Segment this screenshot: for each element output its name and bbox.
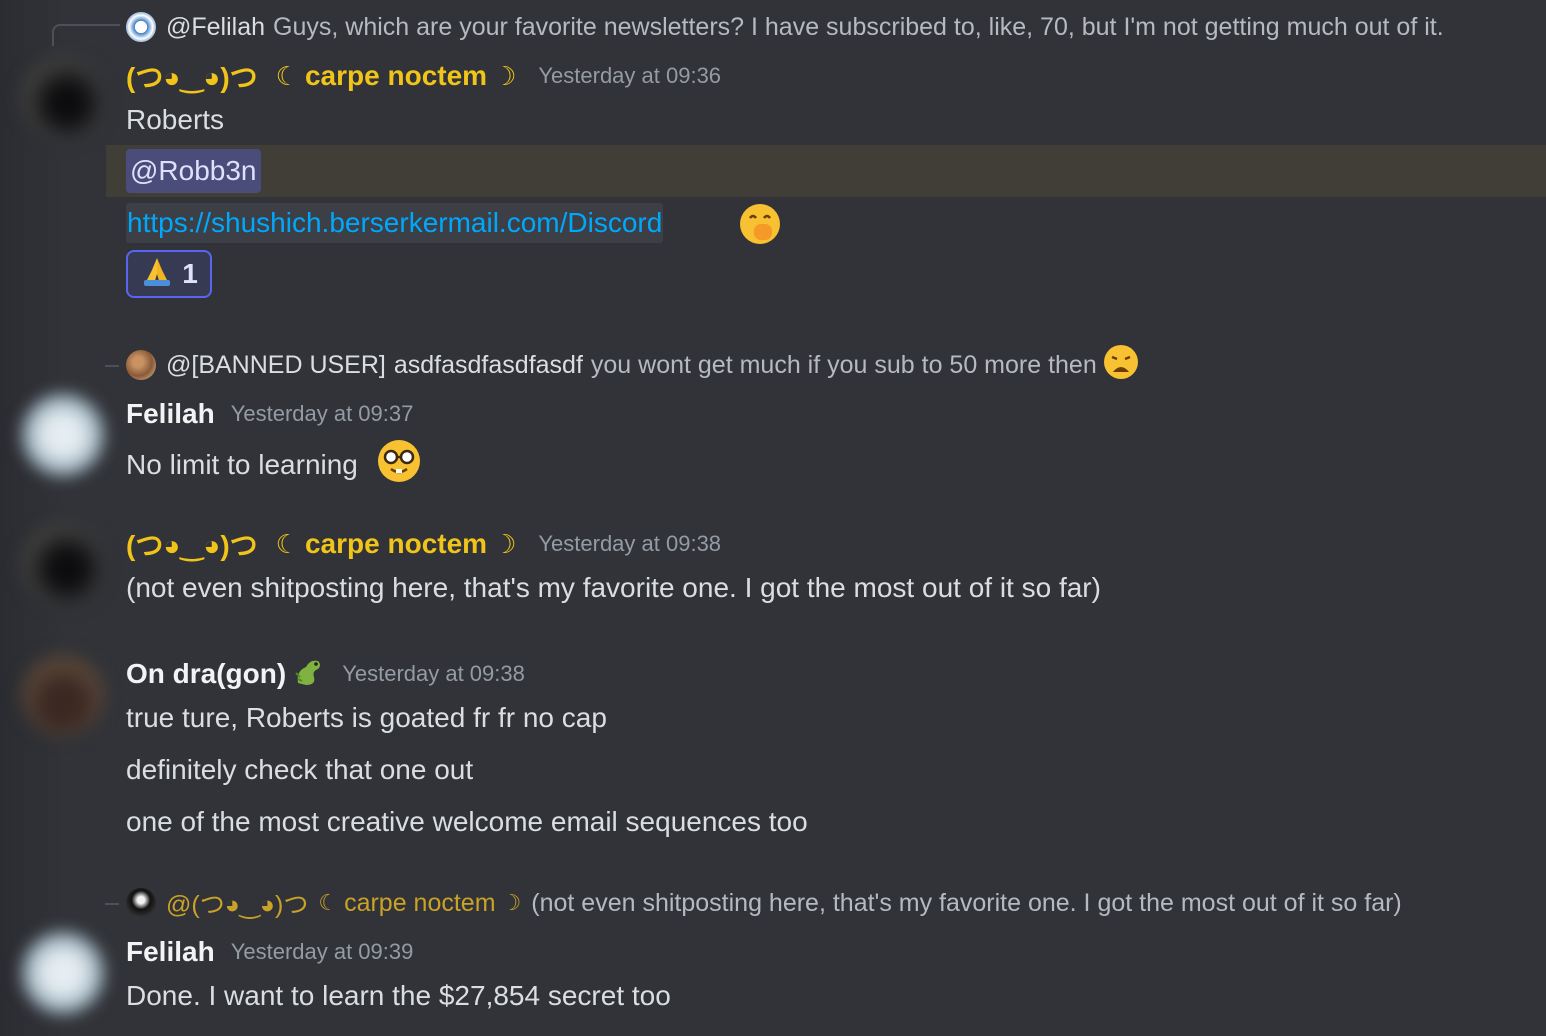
user-mention[interactable]: @Robb3n <box>126 149 261 193</box>
reply-mention[interactable]: @Felilah <box>166 13 265 42</box>
reply-spine <box>105 903 119 905</box>
reply-text: (not even shitposting here, that's my fa… <box>531 888 1402 917</box>
message-text-content: No limit to learning <box>126 448 358 480</box>
reply-avatar <box>126 12 156 42</box>
reply-preview[interactable]: @Felilah Guys, which are your favorite n… <box>126 10 1444 44</box>
message-text: (not even shitposting here, that's my fa… <box>126 572 1101 603</box>
reply-avatar <box>126 888 156 918</box>
crescent-moon-icon: ☾ <box>275 528 299 559</box>
message-text: one of the most creative welcome email s… <box>126 806 808 837</box>
username-prefix[interactable]: (つ◕‿◕)つ <box>126 524 258 564</box>
reply-spine <box>52 24 120 46</box>
message-header: Felilah Yesterday at 09:37 <box>126 394 413 434</box>
crescent-moon-icon: ☽ <box>493 60 517 91</box>
message-header: Felilah Yesterday at 09:39 <box>126 932 413 972</box>
hand-over-mouth-icon <box>738 202 782 251</box>
username[interactable]: carpe noctem <box>305 528 487 560</box>
message-text: definitely check that one out <box>126 754 474 785</box>
nerd-face-icon <box>376 438 422 495</box>
message-text: Done. I want to learn the $27,854 secret… <box>126 980 671 1011</box>
reply-preview[interactable]: @(つ◕‿◕)つ ☾ carpe noctem ☽ (not even shit… <box>126 886 1402 920</box>
message-text: Roberts <box>126 104 225 135</box>
reply-preview[interactable]: @[BANNED USER] asdfasdfasdfasdf you wont… <box>126 344 1139 382</box>
crescent-moon-icon: ☾ <box>275 60 299 91</box>
crescent-moon-icon: ☽ <box>493 528 517 559</box>
avatar[interactable] <box>22 654 104 736</box>
crescent-moon-icon: ☽ <box>501 890 522 915</box>
username[interactable]: Felilah <box>126 936 215 968</box>
reaction-button[interactable]: 1 <box>126 250 212 298</box>
avatar-column <box>0 0 106 1036</box>
reply-username[interactable]: carpe noctem <box>344 889 495 918</box>
message-link[interactable]: https://shushich.berserkermail.com/Disco… <box>126 203 664 243</box>
timestamp[interactable]: Yesterday at 09:36 <box>538 63 721 89</box>
username-prefix[interactable]: (つ◕‿◕)つ <box>126 56 258 96</box>
timestamp[interactable]: Yesterday at 09:38 <box>342 661 525 687</box>
message-header: (つ◕‿◕)つ ☾ carpe noctem ☽ Yesterday at 09… <box>126 56 721 96</box>
weary-face-icon <box>1103 344 1139 387</box>
reply-mention[interactable]: @(つ◕‿◕)つ <box>166 885 308 921</box>
reply-avatar <box>126 350 156 380</box>
message-text: No limit to learning <box>126 438 422 482</box>
folded-hands-icon <box>140 254 174 295</box>
timestamp[interactable]: Yesterday at 09:39 <box>231 939 414 965</box>
avatar[interactable] <box>22 524 104 606</box>
avatar[interactable] <box>22 58 104 140</box>
message-header: On dra(gon) Yesterday at 09:38 <box>126 654 525 694</box>
dragon-icon <box>292 655 326 694</box>
reply-text: Guys, which are your favorite newsletter… <box>273 12 1444 41</box>
reply-spine <box>105 365 119 367</box>
reply-username[interactable]: asdfasdfasdfasdf <box>394 351 583 380</box>
username[interactable]: carpe noctem <box>305 60 487 92</box>
username[interactable]: Felilah <box>126 398 215 430</box>
avatar[interactable] <box>22 932 104 1014</box>
timestamp[interactable]: Yesterday at 09:37 <box>231 401 414 427</box>
message-header: (つ◕‿◕)つ ☾ carpe noctem ☽ Yesterday at 09… <box>126 524 721 564</box>
avatar[interactable] <box>22 394 104 476</box>
mention-highlight-row: @Robb3n <box>106 145 1546 197</box>
crescent-moon-icon: ☾ <box>318 890 339 915</box>
reply-mention[interactable]: @[BANNED USER] <box>166 351 386 380</box>
timestamp[interactable]: Yesterday at 09:38 <box>538 531 721 557</box>
username[interactable]: On dra(gon) <box>126 658 286 690</box>
message-text: true ture, Roberts is goated fr fr no ca… <box>126 702 607 733</box>
reply-text: you wont get much if you sub to 50 more … <box>590 350 1097 379</box>
reaction-count: 1 <box>182 258 198 289</box>
